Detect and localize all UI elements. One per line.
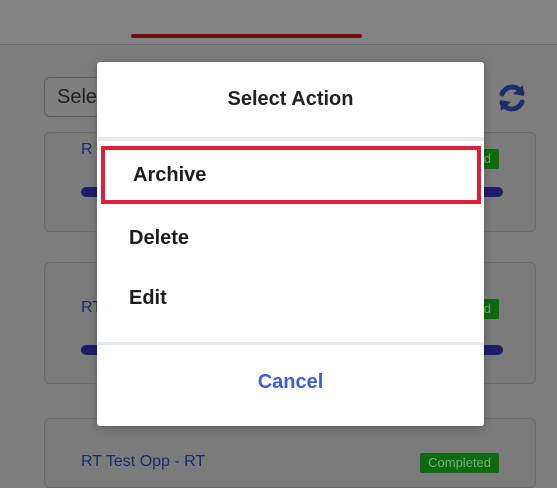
active-tab-indicator [131,34,362,38]
delete-action[interactable]: Delete [97,209,484,267]
cancel-button[interactable]: Cancel [97,348,484,416]
edit-action[interactable]: Edit [97,269,484,327]
status-badge: Completed [420,453,499,473]
dialog-title: Select Action [227,88,354,110]
filter-select-value: Sele [57,86,98,108]
opportunity-card-title: RT Test Opp - RT [81,453,206,470]
opportunity-card[interactable]: RT Test Opp - RT Completed [44,418,536,488]
dialog-divider [97,137,484,141]
refresh-icon [499,84,525,112]
archive-action[interactable]: Archive [101,146,481,204]
select-action-dialog: Select Action Archive Delete Edit Cancel [97,62,484,426]
refresh-button[interactable] [494,80,530,116]
dialog-divider [97,342,484,345]
top-tab-bar [0,0,557,45]
opportunity-card-title: R [81,141,93,158]
